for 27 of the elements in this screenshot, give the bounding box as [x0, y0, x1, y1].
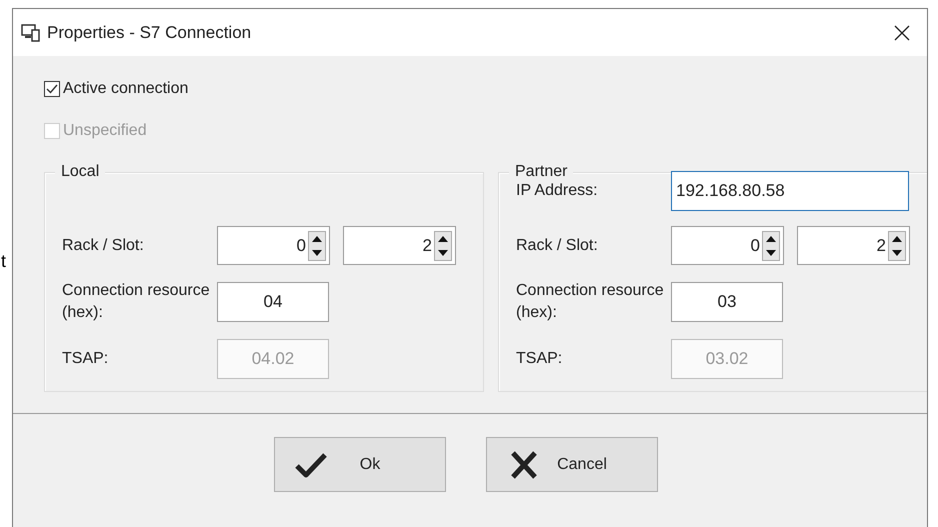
monitor-icon: [21, 24, 41, 42]
field-label: Connection resource (hex):: [62, 281, 211, 323]
window-title: Properties - S7 Connection: [47, 22, 252, 42]
field-label: Connection resource (hex):: [516, 281, 665, 323]
spin-box[interactable]: 2: [343, 226, 456, 265]
cancel-button[interactable]: Cancel: [486, 437, 658, 492]
field-label: TSAP:: [516, 349, 564, 369]
spin-arrows-icon[interactable]: [762, 230, 780, 260]
spin-arrows-icon[interactable]: [308, 230, 326, 260]
spin-box[interactable]: 2: [797, 226, 910, 265]
spin-arrows-icon[interactable]: [888, 230, 906, 260]
field-label: Rack / Slot:: [516, 236, 599, 256]
field-label: TSAP:: [62, 349, 110, 369]
field-label: Rack / Slot:: [62, 236, 145, 256]
spin-box[interactable]: 0: [671, 226, 784, 265]
ok-button[interactable]: Ok: [274, 437, 446, 492]
spin-box[interactable]: 0: [217, 226, 330, 265]
input-field[interactable]: 04: [217, 282, 329, 322]
background-text: t: [1, 251, 6, 272]
field-label: IP Address:: [516, 181, 599, 201]
input-field[interactable]: 03: [671, 282, 783, 322]
checkbox-label: Unspecified: [63, 122, 147, 140]
close-icon: [894, 24, 910, 40]
spin-arrows-icon[interactable]: [434, 230, 452, 260]
checkbox-label: Active connection: [63, 80, 188, 98]
input-field[interactable]: 192.168.80.58: [671, 171, 909, 211]
checkbox[interactable]: [44, 81, 60, 97]
